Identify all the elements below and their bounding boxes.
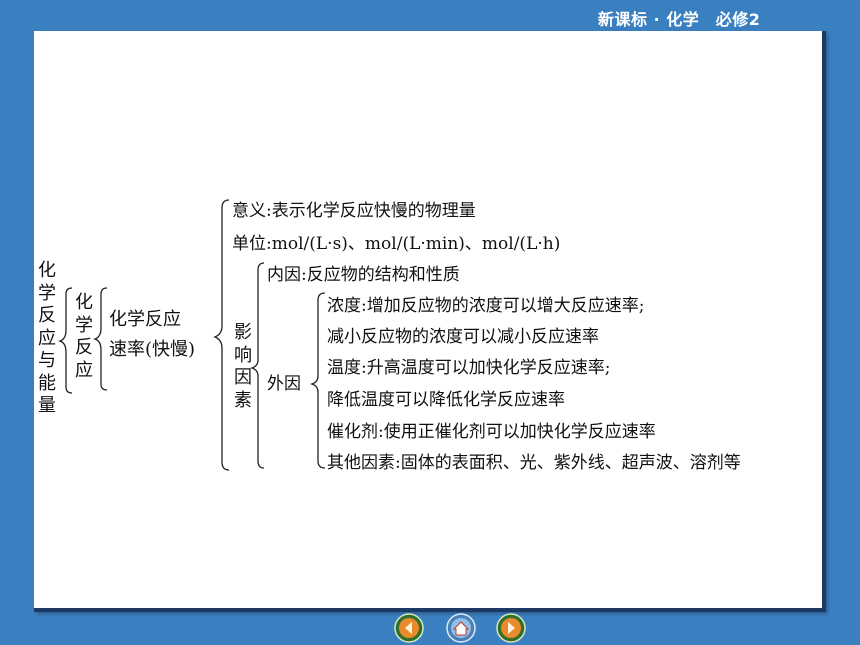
meaning-line: 意义:表示化学反应快慢的物理量 — [232, 201, 476, 221]
next-icon[interactable] — [496, 613, 526, 643]
external-item: 减小反应物的浓度可以减小反应速率 — [327, 327, 599, 347]
external-item: 降低温度可以降低化学反应速率 — [327, 390, 565, 410]
level1-label: 化学反应 — [75, 292, 93, 381]
brace-factors — [249, 262, 265, 469]
unit-line: 单位:mol/(L·s)、mol/(L·min)、mol/(L·h) — [232, 234, 561, 254]
external-item: 催化剂:使用正催化剂可以加快化学反应速率 — [327, 422, 656, 442]
level2-line2: 速率(快慢) — [109, 339, 196, 360]
level2-line1: 化学反应 — [109, 309, 181, 330]
external-item: 温度:升高温度可以加快化学反应速率; — [327, 358, 611, 378]
brace-root — [57, 287, 73, 394]
external-item: 浓度:增加反应物的浓度可以增大反应速率; — [327, 296, 645, 316]
external-item: 其他因素:固体的表面积、光、紫外线、超声波、溶剂等 — [327, 453, 741, 473]
brace-level2 — [213, 199, 230, 471]
home-icon[interactable] — [446, 613, 476, 643]
internal-factor: 内因:反应物的结构和性质 — [267, 265, 460, 285]
brace-external — [309, 292, 326, 469]
root-label: 化学反应与能量 — [38, 260, 56, 416]
brace-level1 — [92, 287, 108, 391]
external-label: 外因 — [267, 374, 301, 394]
prev-icon[interactable] — [394, 613, 424, 643]
factors-label: 影响因素 — [234, 322, 252, 411]
